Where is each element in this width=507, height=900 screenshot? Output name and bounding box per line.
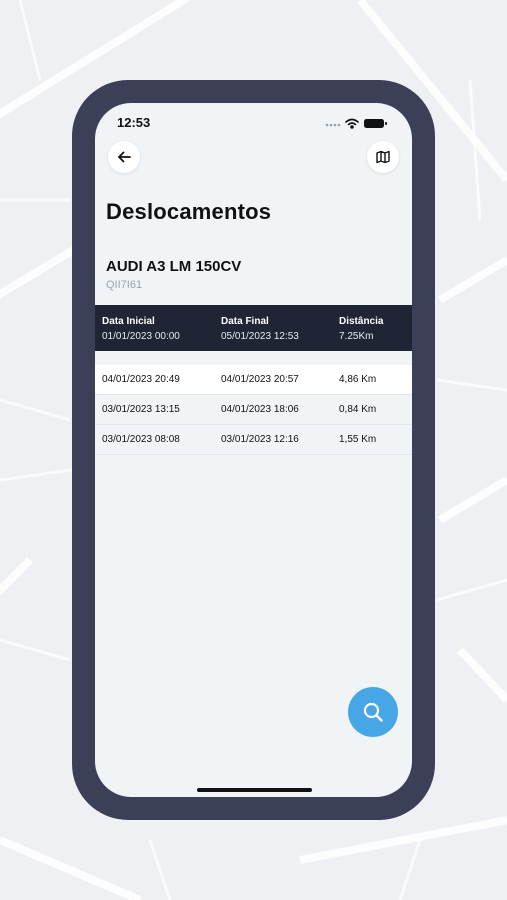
status-bar: 12:53 [95,103,412,143]
vehicle-plate: QII7I61 [106,279,143,291]
summary-header-distance: Distância [339,316,384,327]
trip-start: 03/01/2023 08:08 [102,434,180,445]
trips-list: 04/01/2023 20:49 04/01/2023 20:57 4,86 K… [95,365,412,455]
status-icons [325,118,387,129]
summary-header-start: Data Inicial [102,316,155,327]
search-button[interactable] [348,687,398,737]
trip-start: 03/01/2023 13:15 [102,404,180,415]
trip-row[interactable]: 04/01/2023 20:49 04/01/2023 20:57 4,86 K… [95,365,412,395]
summary-total-distance: 7.25Km [339,331,374,342]
trip-distance: 4,86 Km [339,374,377,385]
search-icon [363,702,383,722]
page-title: Deslocamentos [106,199,272,224]
summary-start-date: 01/01/2023 00:00 [102,331,180,342]
trip-end: 04/01/2023 18:06 [221,404,299,415]
trip-start: 04/01/2023 20:49 [102,374,180,385]
phone-frame: 12:53 Deslocamentos AUDI A3 LM 150CV QII… [72,80,435,820]
map-icon [376,150,390,164]
trip-end: 03/01/2023 12:16 [221,434,299,445]
wifi-icon [345,118,359,129]
vehicle-name: AUDI A3 LM 150CV [106,258,242,275]
status-time: 12:53 [117,115,151,130]
trip-row[interactable]: 03/01/2023 08:08 03/01/2023 12:16 1,55 K… [95,425,412,455]
trip-distance: 0,84 Km [339,404,377,415]
arrow-left-icon [118,151,131,163]
summary-end-date: 05/01/2023 12:53 [221,331,299,342]
trip-distance: 1,55 Km [339,434,377,445]
battery-icon [364,119,387,128]
trip-end: 04/01/2023 20:57 [221,374,299,385]
summary-header: Data Inicial Data Final Distância 01/01/… [95,305,412,351]
app-screen: 12:53 Deslocamentos AUDI A3 LM 150CV QII… [95,103,412,797]
summary-header-end: Data Final [221,316,269,327]
signal-icon [325,123,341,127]
map-button[interactable] [367,141,399,173]
back-button[interactable] [108,141,140,173]
trip-row[interactable]: 03/01/2023 13:15 04/01/2023 18:06 0,84 K… [95,395,412,425]
home-indicator[interactable] [197,788,312,792]
